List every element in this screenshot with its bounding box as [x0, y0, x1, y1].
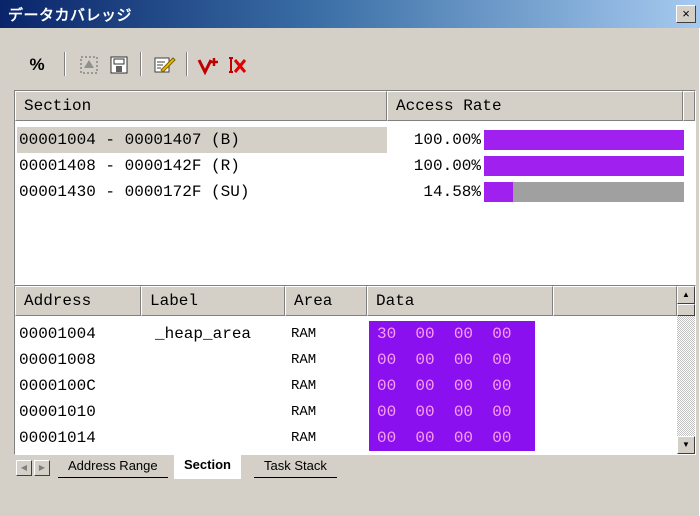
edit-icon — [154, 57, 176, 73]
tab-address-range[interactable]: Address Range — [58, 456, 168, 478]
access-rate-bar — [484, 130, 684, 150]
section-range: 00001430 - 0000172F (SU) — [19, 183, 250, 201]
access-rate-bar-fill — [484, 130, 684, 150]
add-range-button[interactable] — [196, 52, 222, 78]
address-cell: 00001010 — [19, 403, 96, 421]
vertical-scrollbar[interactable]: ▲ ▼ — [677, 286, 695, 454]
title-bar[interactable]: データカバレッジ × — [0, 0, 700, 28]
tab-task-stack[interactable]: Task Stack — [254, 456, 337, 478]
section-list[interactable]: Section Access Rate 00001004 - 00001407 … — [14, 90, 696, 285]
access-rate-value: 100.00% — [413, 157, 481, 175]
tab-section[interactable]: Section — [174, 455, 241, 479]
close-button[interactable]: × — [676, 5, 696, 23]
percent-icon: % — [29, 55, 45, 74]
area-cell: RAM — [291, 430, 317, 446]
area-cell: RAM — [291, 378, 317, 394]
data-column-header[interactable]: Data — [367, 286, 553, 316]
access-rate-column-header[interactable]: Access Rate — [387, 91, 683, 121]
delete-range-icon — [229, 57, 247, 73]
area-cell: RAM — [291, 326, 317, 342]
area-cell: RAM — [291, 404, 317, 420]
scroll-down-button[interactable]: ▼ — [677, 436, 695, 454]
percent-button[interactable]: % — [24, 52, 50, 78]
header-filler — [683, 91, 695, 121]
data-cell: 00 00 00 00 — [369, 347, 535, 373]
address-column-header[interactable]: Address — [15, 286, 141, 316]
section-row[interactable]: 00001430 - 0000172F (SU) 14.58% — [17, 179, 687, 205]
address-cell: 00001014 — [19, 429, 96, 447]
address-cell: 00001004 — [19, 325, 96, 343]
table-row[interactable]: 00001014 RAM 00 00 00 00 — [15, 425, 677, 451]
area-cell: RAM — [291, 352, 317, 368]
toolbar-separator — [186, 52, 188, 76]
address-cell: 0000100C — [19, 377, 96, 395]
tab-strip: ◀ ▶ Address Range Section Task Stack — [14, 455, 696, 480]
area-column-header[interactable]: Area — [285, 286, 367, 316]
range-select-icon — [80, 56, 98, 74]
data-cell: 00 00 00 00 — [369, 373, 535, 399]
save-button[interactable] — [106, 52, 132, 78]
section-row[interactable]: 00001408 - 0000142F (R) 100.00% — [17, 153, 687, 179]
scroll-up-button[interactable]: ▲ — [677, 286, 695, 304]
window-title: データカバレッジ — [8, 7, 133, 24]
data-cell: 00 00 00 00 — [369, 399, 535, 425]
label-column-header[interactable]: Label — [141, 286, 285, 316]
scroll-thumb[interactable] — [677, 304, 695, 316]
section-range: 00001408 - 0000142F (R) — [19, 157, 240, 175]
section-range: 00001004 - 00001407 (B) — [17, 127, 387, 153]
access-rate-bar — [484, 182, 684, 202]
access-rate-value: 100.00% — [413, 131, 481, 149]
access-rate-bar-fill — [484, 182, 514, 202]
save-icon — [110, 56, 128, 74]
section-column-header[interactable]: Section — [15, 91, 387, 121]
toolbar-separator — [64, 52, 66, 76]
data-coverage-window: データカバレッジ × % Section Access Rate 0000100… — [0, 0, 700, 516]
range-select-button[interactable] — [76, 52, 102, 78]
data-cell: 30 00 00 00 — [369, 321, 535, 347]
toolbar: % — [10, 36, 690, 86]
add-range-icon — [197, 58, 218, 76]
address-cell: 00001008 — [19, 351, 96, 369]
table-row[interactable]: 00001010 RAM 00 00 00 00 — [15, 399, 677, 425]
table-row[interactable]: 0000100C RAM 00 00 00 00 — [15, 373, 677, 399]
header-filler — [553, 286, 677, 316]
tab-scroll-right-icon[interactable]: ▶ — [34, 460, 50, 476]
toolbar-separator — [140, 52, 142, 76]
access-rate-bar-fill — [484, 156, 684, 176]
data-cell: 00 00 00 00 — [369, 425, 535, 451]
delete-range-button[interactable] — [226, 52, 252, 78]
edit-button[interactable] — [152, 52, 178, 78]
table-row[interactable]: 00001004 _heap_area RAM 30 00 00 00 — [15, 321, 677, 347]
tab-scroll-left-icon[interactable]: ◀ — [16, 460, 32, 476]
access-rate-value: 14.58% — [423, 183, 481, 201]
label-cell: _heap_area — [155, 325, 252, 343]
section-row[interactable]: 00001004 - 00001407 (B) 100.00% — [17, 127, 687, 153]
data-list[interactable]: Address Label Area Data 00001004 _heap_ar… — [14, 285, 696, 455]
table-row[interactable]: 00001008 RAM 00 00 00 00 — [15, 347, 677, 373]
access-rate-bar — [484, 156, 684, 176]
